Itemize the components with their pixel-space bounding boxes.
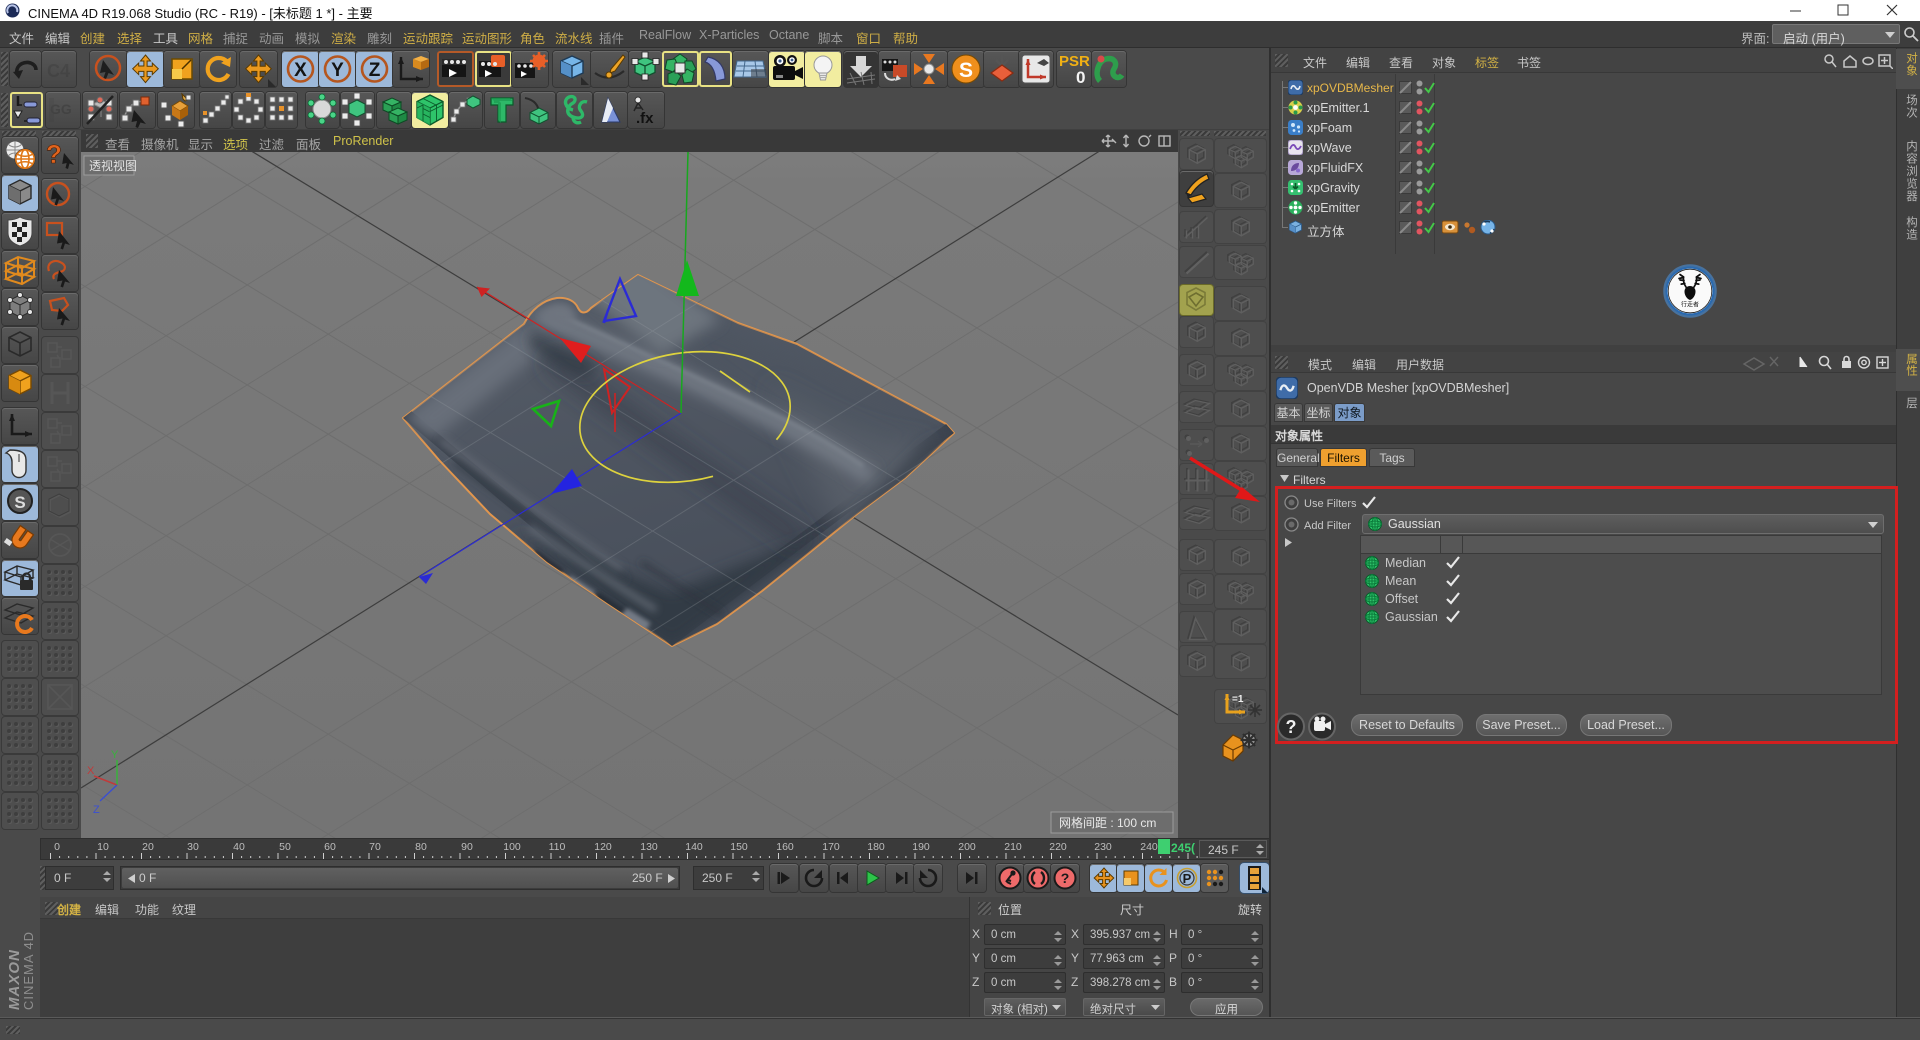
svg-text:?: ?: [46, 139, 62, 169]
svg-text:Z: Z: [93, 804, 100, 816]
svg-text:网格间距 : 100 cm: 网格间距 : 100 cm: [1059, 815, 1156, 830]
svg-text:Y: Y: [111, 749, 119, 761]
svg-text:C4: C4: [47, 61, 70, 81]
svg-text:=1: =1: [1232, 694, 1244, 705]
svg-text:S: S: [14, 493, 25, 512]
svg-text:X: X: [87, 765, 95, 777]
svg-text:P: P: [1183, 871, 1192, 886]
svg-text:S: S: [959, 59, 973, 82]
svg-text:Z: Z: [369, 60, 381, 81]
svg-text:Y: Y: [331, 60, 344, 81]
svg-text:.fx: .fx: [636, 110, 654, 127]
svg-text:?: ?: [1061, 870, 1070, 886]
svg-text:?: ?: [1286, 717, 1297, 737]
svg-text:0: 0: [1076, 68, 1085, 87]
svg-text:X: X: [294, 60, 307, 81]
svg-text:透视视图: 透视视图: [89, 158, 137, 173]
svg-text:行走者: 行走者: [1681, 301, 1699, 309]
